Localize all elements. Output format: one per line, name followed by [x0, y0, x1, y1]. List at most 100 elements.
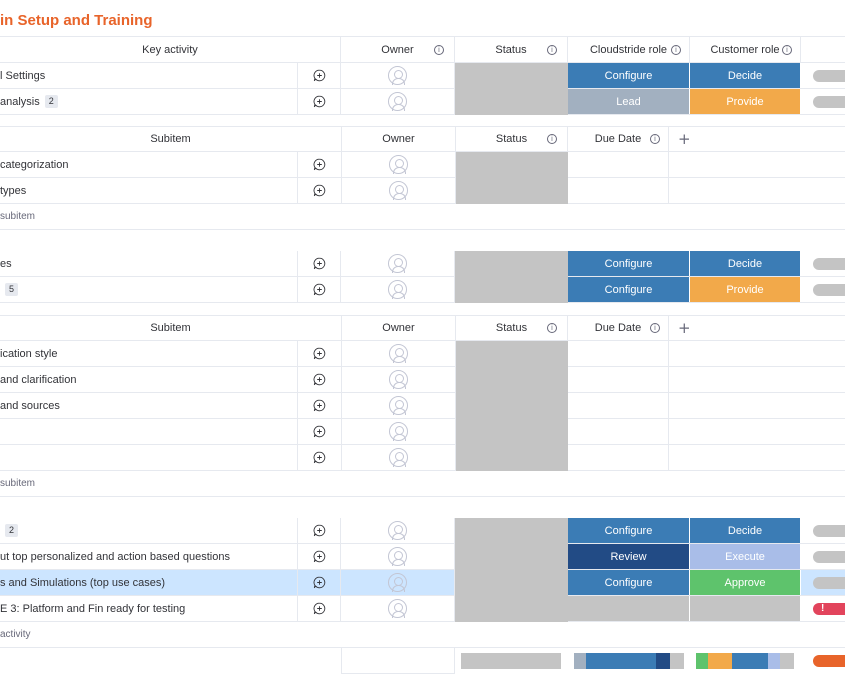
col-customer-role[interactable]: Customer role i: [690, 37, 801, 62]
add-update-icon[interactable]: [313, 399, 326, 412]
add-update-icon[interactable]: [313, 576, 326, 589]
add-update-icon[interactable]: [313, 347, 326, 360]
person-icon[interactable]: [389, 155, 408, 174]
updates-cell[interactable]: [297, 89, 341, 114]
updates-cell[interactable]: [297, 596, 341, 621]
col-due-date[interactable]: Due Date i: [568, 127, 669, 151]
customer-role-label[interactable]: Execute: [690, 544, 801, 569]
subitem-name[interactable]: types: [0, 178, 297, 203]
add-subitem-link[interactable]: subitem: [0, 204, 340, 229]
status-cell[interactable]: [455, 570, 568, 596]
owner-cell[interactable]: [341, 518, 455, 543]
status-cell[interactable]: [455, 251, 568, 277]
info-icon[interactable]: i: [434, 44, 444, 55]
timeline-pill[interactable]: [813, 551, 845, 563]
due-date-cell[interactable]: [568, 393, 669, 418]
status-cell[interactable]: [455, 596, 568, 622]
col-cloudstride-role[interactable]: Cloudstride role i: [568, 37, 690, 62]
person-icon[interactable]: [388, 92, 407, 111]
person-icon[interactable]: [388, 547, 407, 566]
add-column-button[interactable]: +: [678, 127, 698, 151]
col-subitem[interactable]: Subitem: [0, 316, 342, 340]
updates-cell[interactable]: [297, 445, 342, 470]
updates-cell[interactable]: [297, 152, 342, 177]
col-status[interactable]: Status i: [455, 37, 568, 62]
customer-role-label[interactable]: [690, 596, 801, 621]
updates-cell[interactable]: [297, 544, 341, 569]
customer-role-label[interactable]: Decide: [690, 63, 801, 88]
add-update-icon[interactable]: [313, 524, 326, 537]
add-update-icon[interactable]: [313, 257, 326, 270]
col-sub-owner[interactable]: Owner: [342, 127, 456, 151]
info-icon[interactable]: i: [547, 134, 557, 144]
cloudstride-role-label[interactable]: Configure: [568, 518, 690, 543]
due-date-cell[interactable]: [568, 367, 669, 392]
updates-cell[interactable]: [297, 393, 342, 418]
owner-cell[interactable]: [342, 367, 456, 392]
updates-cell[interactable]: [297, 570, 341, 595]
subitem-name[interactable]: [0, 445, 297, 470]
add-update-icon[interactable]: [313, 158, 326, 171]
item-name[interactable]: 2: [0, 518, 297, 543]
col-due-date[interactable]: Due Date i: [568, 316, 669, 340]
cloudstride-role-label[interactable]: Configure: [568, 63, 690, 88]
add-update-icon[interactable]: [313, 451, 326, 464]
item-name[interactable]: es: [0, 251, 297, 276]
owner-cell[interactable]: [342, 445, 456, 470]
add-update-icon[interactable]: [313, 373, 326, 386]
timeline-pill[interactable]: [813, 284, 845, 296]
add-update-icon[interactable]: [313, 283, 326, 296]
due-date-cell[interactable]: [568, 341, 669, 366]
due-date-cell[interactable]: [568, 419, 669, 444]
timeline-pill[interactable]: [813, 258, 845, 270]
cloudstride-role-label[interactable]: Configure: [568, 277, 690, 302]
person-icon[interactable]: [389, 370, 408, 389]
status-cell[interactable]: [455, 63, 568, 89]
owner-cell[interactable]: [341, 251, 455, 276]
add-column-button[interactable]: +: [678, 316, 698, 340]
info-icon[interactable]: i: [547, 323, 557, 333]
customer-role-label[interactable]: Provide: [690, 89, 801, 114]
due-date-cell[interactable]: [568, 178, 669, 203]
updates-cell[interactable]: [297, 63, 341, 88]
status-cell[interactable]: [456, 445, 568, 471]
person-icon[interactable]: [388, 280, 407, 299]
owner-cell[interactable]: [341, 63, 455, 88]
owner-cell[interactable]: [341, 89, 455, 114]
item-name[interactable]: 5: [0, 277, 297, 302]
status-cell[interactable]: [455, 89, 568, 115]
info-icon[interactable]: i: [782, 44, 792, 55]
col-owner[interactable]: Owner i: [341, 37, 455, 62]
item-name[interactable]: E 3: Platform and Fin ready for testing: [0, 596, 297, 621]
col-sub-status[interactable]: Status i: [456, 316, 568, 340]
info-icon[interactable]: i: [650, 323, 660, 333]
owner-cell[interactable]: [341, 277, 455, 302]
person-icon[interactable]: [388, 573, 407, 592]
person-icon[interactable]: [389, 181, 408, 200]
info-icon[interactable]: i: [650, 134, 660, 144]
person-icon[interactable]: [389, 448, 408, 467]
subitem-count-badge[interactable]: 5: [5, 283, 19, 296]
col-sub-status[interactable]: Status i: [456, 127, 568, 151]
status-cell[interactable]: [456, 419, 568, 445]
due-date-cell[interactable]: [568, 445, 669, 470]
updates-cell[interactable]: [297, 178, 342, 203]
updates-cell[interactable]: [297, 341, 342, 366]
add-update-icon[interactable]: [313, 184, 326, 197]
cloudstride-role-label[interactable]: [568, 596, 690, 621]
person-icon[interactable]: [389, 396, 408, 415]
updates-cell[interactable]: [297, 277, 341, 302]
updates-cell[interactable]: [297, 251, 341, 276]
owner-cell[interactable]: [342, 393, 456, 418]
subitem-name[interactable]: and sources: [0, 393, 297, 418]
owner-cell[interactable]: [342, 341, 456, 366]
timeline-pill[interactable]: [813, 70, 845, 82]
col-sub-owner[interactable]: Owner: [342, 316, 456, 340]
updates-cell[interactable]: [297, 518, 341, 543]
person-icon[interactable]: [388, 66, 407, 85]
cloudstride-role-label[interactable]: Configure: [568, 251, 690, 276]
col-subitem[interactable]: Subitem: [0, 127, 342, 151]
subitem-count-badge[interactable]: 2: [5, 524, 19, 537]
cloudstride-role-label[interactable]: Review: [568, 544, 690, 569]
owner-cell[interactable]: [341, 544, 455, 569]
